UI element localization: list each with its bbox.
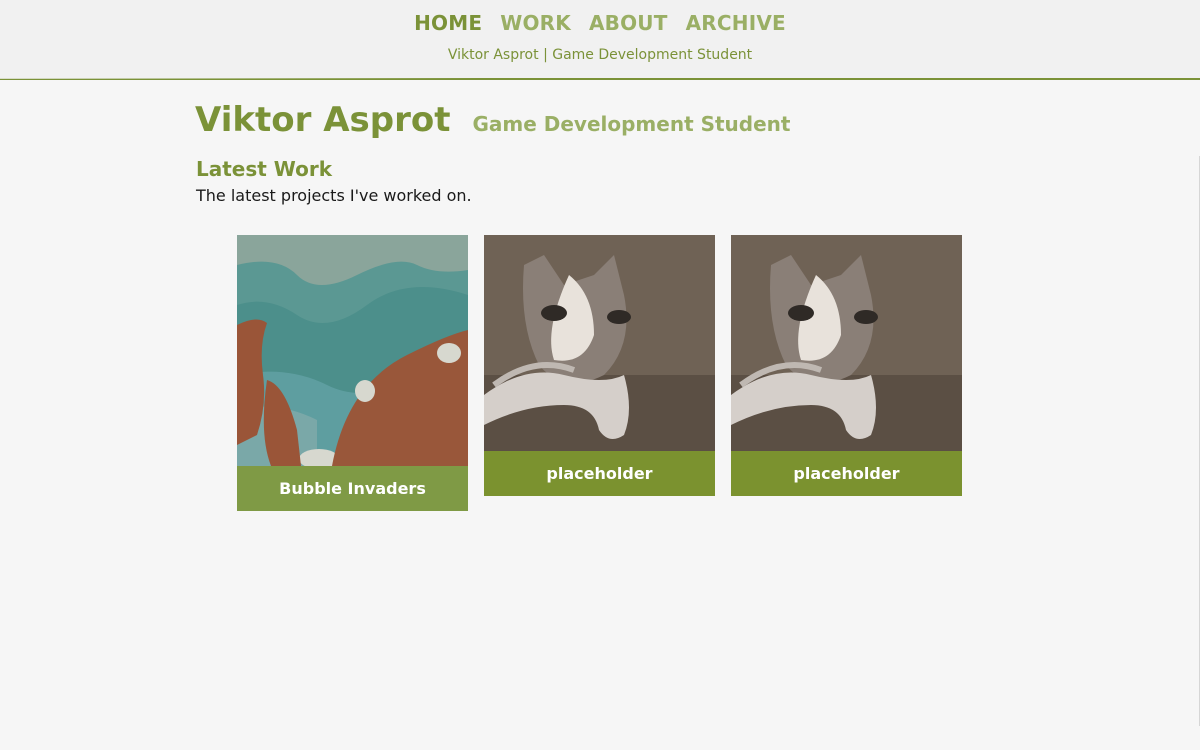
page-title: Viktor Asprot: [195, 100, 451, 140]
nav-about-link[interactable]: ABOUT: [589, 11, 668, 35]
page-title-row: Viktor Asprot Game Development Student: [195, 100, 790, 140]
nav-work-link[interactable]: WORK: [500, 11, 571, 35]
site-header: HOME WORK ABOUT ARCHIVE Viktor Asprot | …: [0, 0, 1200, 80]
project-card[interactable]: placeholder: [731, 235, 962, 496]
cat-photo-thumbnail[interactable]: [484, 235, 715, 451]
main-nav: HOME WORK ABOUT ARCHIVE: [0, 11, 1200, 35]
nav-home-link[interactable]: HOME: [414, 11, 482, 35]
project-card[interactable]: placeholder: [484, 235, 715, 496]
project-card[interactable]: Bubble Invaders: [237, 235, 468, 511]
latest-work-description: The latest projects I've worked on.: [196, 186, 472, 205]
project-title[interactable]: Bubble Invaders: [237, 466, 468, 511]
latest-work-heading: Latest Work: [196, 157, 333, 181]
page-subtitle: Game Development Student: [472, 112, 791, 136]
project-title[interactable]: placeholder: [731, 451, 962, 496]
game-scene-thumbnail[interactable]: [237, 235, 468, 466]
nav-archive-link[interactable]: ARCHIVE: [686, 11, 786, 35]
project-title[interactable]: placeholder: [484, 451, 715, 496]
header-tagline: Viktor Asprot | Game Development Student: [447, 47, 753, 63]
cat-photo-thumbnail[interactable]: [731, 235, 962, 451]
